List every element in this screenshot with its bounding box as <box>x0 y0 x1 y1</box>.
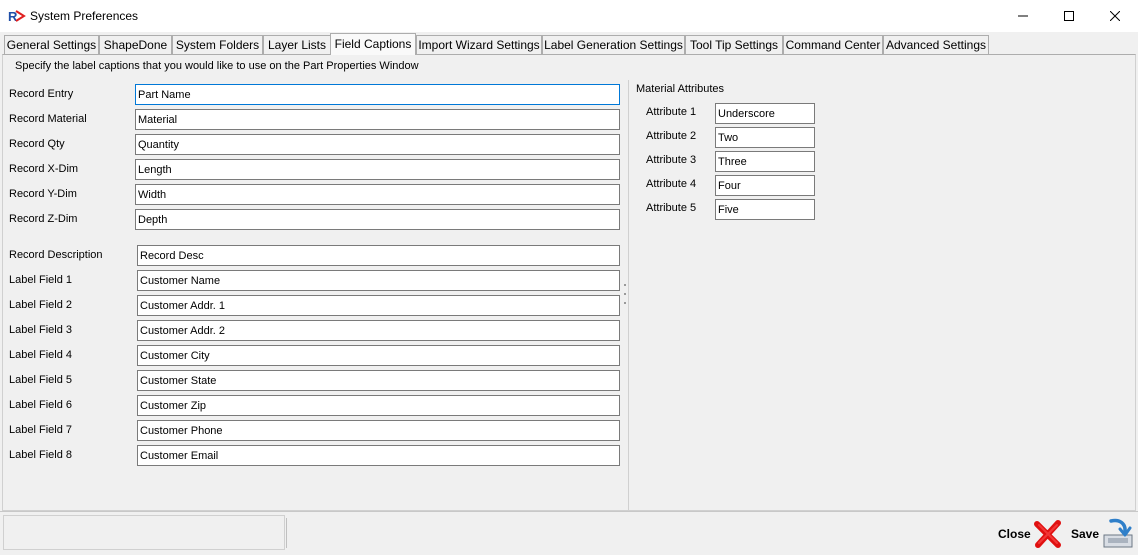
label-field-6-label: Label Field 6 <box>9 399 72 411</box>
record-material-input[interactable] <box>135 109 620 130</box>
minimize-button[interactable] <box>1000 0 1046 32</box>
record-y-dim-input[interactable] <box>135 184 620 205</box>
app-logo-icon: R <box>8 8 26 24</box>
maximize-button[interactable] <box>1046 0 1092 32</box>
tab-tool-tip-settings[interactable]: Tool Tip Settings <box>685 35 783 54</box>
attribute-3-input[interactable] <box>715 151 815 172</box>
record-entry-input[interactable] <box>135 84 620 105</box>
attribute-4-label: Attribute 4 <box>646 178 697 190</box>
record-z-dim-label: Record Z-Dim <box>9 213 78 225</box>
attribute-5-label: Attribute 5 <box>646 202 697 214</box>
save-button-label[interactable]: Save <box>1071 527 1099 541</box>
record-y-dim-label: Record Y-Dim <box>9 188 77 200</box>
record-qty-label: Record Qty <box>9 138 65 150</box>
label-field-5-label: Label Field 5 <box>9 374 72 386</box>
record-z-dim-input[interactable] <box>135 209 620 230</box>
label-field-4-label: Label Field 4 <box>9 349 72 361</box>
save-disk-icon[interactable] <box>1101 517 1135 551</box>
record-material-label: Record Material <box>9 113 87 125</box>
label-field-1-label: Label Field 1 <box>9 274 72 286</box>
attribute-1-label: Attribute 1 <box>646 106 697 118</box>
label-field-6-input[interactable] <box>137 395 620 416</box>
tab-import-wizard-settings[interactable]: Import Wizard Settings <box>416 35 542 54</box>
label-field-1-input[interactable] <box>137 270 620 291</box>
maximize-icon <box>1064 11 1074 21</box>
tab-label-generation-settings[interactable]: Label Generation Settings <box>542 35 685 54</box>
tab-command-center[interactable]: Command Center <box>783 35 883 54</box>
minimize-icon <box>1018 15 1028 17</box>
close-window-icon <box>1110 11 1120 21</box>
tab-system-folders[interactable]: System Folders <box>172 35 263 54</box>
label-field-4-input[interactable] <box>137 345 620 366</box>
label-field-2-input[interactable] <box>137 295 620 316</box>
record-description-label: Record Description <box>9 249 103 261</box>
label-field-2-label: Label Field 2 <box>9 299 72 311</box>
attribute-2-input[interactable] <box>715 127 815 148</box>
attribute-3-label: Attribute 3 <box>646 154 697 166</box>
attribute-2-label: Attribute 2 <box>646 130 697 142</box>
material-attributes-title: Material Attributes <box>636 83 725 95</box>
record-description-input[interactable] <box>137 245 620 266</box>
splitter-grip-dot <box>624 302 626 304</box>
intro-text: Specify the label captions that you woul… <box>15 60 419 72</box>
tab-shapedone[interactable]: ShapeDone <box>99 35 172 54</box>
window-title: System Preferences <box>30 9 139 23</box>
status-separator <box>286 518 287 548</box>
record-qty-input[interactable] <box>135 134 620 155</box>
attribute-1-input[interactable] <box>715 103 815 124</box>
tab-advanced-settings[interactable]: Advanced Settings <box>883 35 989 54</box>
label-field-7-input[interactable] <box>137 420 620 441</box>
splitter-grip-dot <box>624 293 626 295</box>
status-panel <box>3 515 285 550</box>
record-x-dim-label: Record X-Dim <box>9 163 79 175</box>
label-field-8-input[interactable] <box>137 445 620 466</box>
label-field-3-label: Label Field 3 <box>9 324 72 336</box>
record-x-dim-input[interactable] <box>135 159 620 180</box>
attribute-5-input[interactable] <box>715 199 815 220</box>
label-field-5-input[interactable] <box>137 370 620 391</box>
title-bar <box>0 0 1138 32</box>
red-x-icon[interactable] <box>1033 519 1063 549</box>
close-window-button[interactable] <box>1092 0 1138 32</box>
tab-field-captions[interactable]: Field Captions <box>330 33 416 55</box>
attribute-4-input[interactable] <box>715 175 815 196</box>
label-field-7-label: Label Field 7 <box>9 424 72 436</box>
tab-layer-lists[interactable]: Layer Lists <box>263 35 331 54</box>
splitter-grip-dot <box>624 284 626 286</box>
panel-splitter[interactable] <box>628 80 629 511</box>
close-button-label[interactable]: Close <box>998 527 1031 541</box>
tab-general-settings[interactable]: General Settings <box>4 35 99 54</box>
label-field-3-input[interactable] <box>137 320 620 341</box>
label-field-8-label: Label Field 8 <box>9 449 72 461</box>
record-entry-label: Record Entry <box>9 88 74 100</box>
